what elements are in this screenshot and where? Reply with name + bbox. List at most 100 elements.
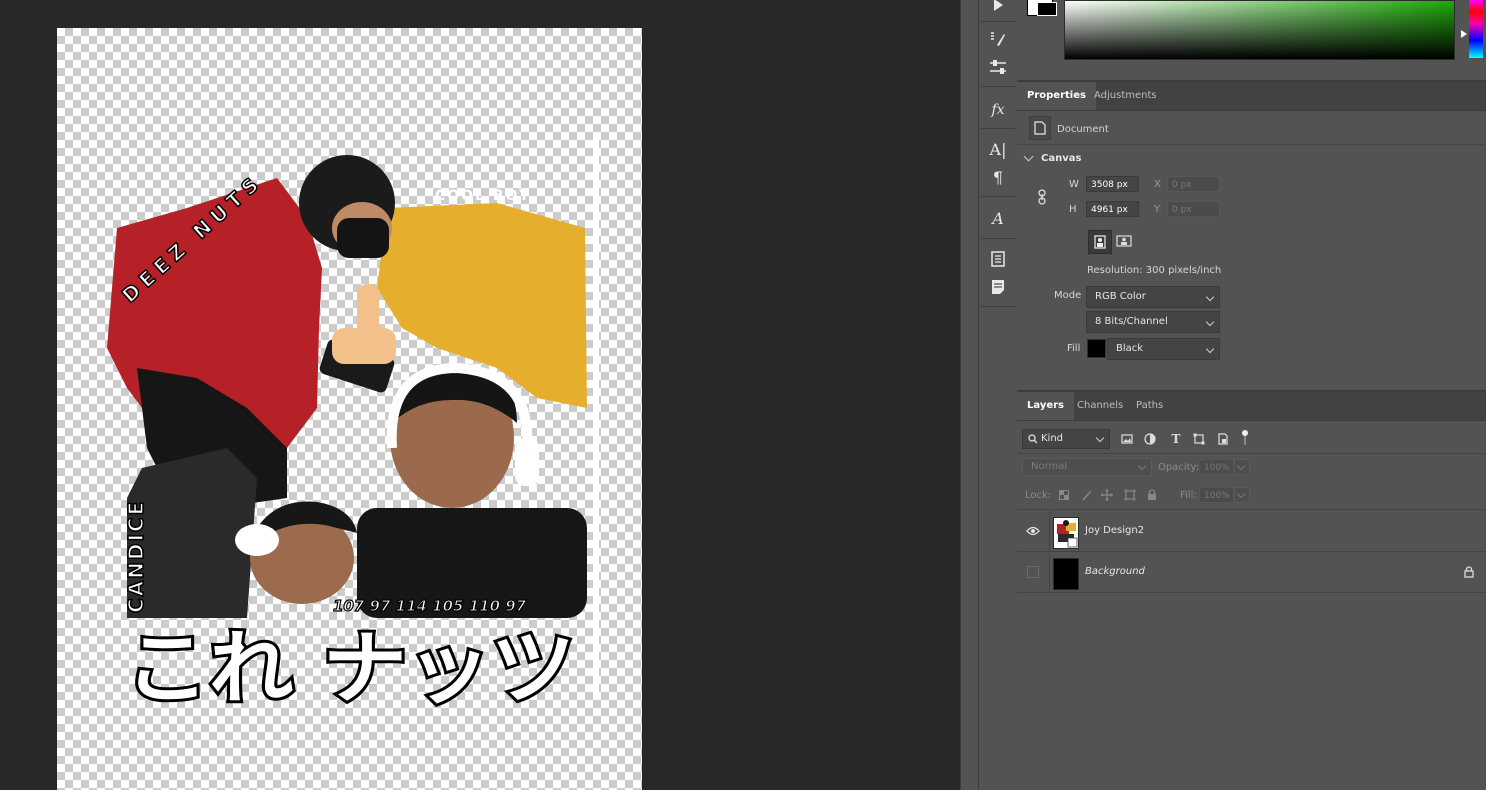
chevron-down-icon: [1236, 489, 1246, 499]
x-field[interactable]: 0 px: [1167, 176, 1220, 192]
filter-toggle-track: [1244, 436, 1246, 445]
search-icon: [1028, 434, 1038, 444]
tab-adjustments[interactable]: Adjustments: [1084, 82, 1167, 110]
layer-thumbnail: [1053, 558, 1079, 590]
width-field[interactable]: 3508 px: [1086, 176, 1139, 192]
notes-icon[interactable]: [987, 276, 1009, 298]
caption-numbers: 107 97 114 105 110 97: [333, 597, 527, 615]
divider: [1017, 509, 1486, 510]
layer-row[interactable]: Joy Design2: [1017, 511, 1486, 552]
filter-smart-object-icon[interactable]: [1212, 428, 1234, 450]
layer-row[interactable]: Background: [1017, 552, 1486, 593]
chevron-down-icon: [1205, 317, 1215, 327]
canvas-header[interactable]: Canvas: [1041, 153, 1081, 164]
document-icon: [1029, 116, 1051, 140]
tab-paths[interactable]: Paths: [1126, 392, 1173, 420]
bit-depth-select[interactable]: 8 Bits/Channel: [1086, 311, 1220, 333]
artwork-composite: DEEZ NUTS COOL BOY CANDICE 107 97 114 10…: [107, 140, 599, 718]
white-border-bar: [593, 140, 599, 700]
paragraph-icon[interactable]: ¶: [987, 166, 1009, 188]
lock-artboard-icon[interactable]: [1119, 484, 1141, 506]
chevron-down-icon: [1205, 344, 1215, 354]
document-canvas[interactable]: DEEZ NUTS COOL BOY CANDICE 107 97 114 10…: [57, 28, 642, 790]
adjust-sliders-icon[interactable]: [987, 56, 1009, 78]
filter-pixel-icon[interactable]: [1116, 428, 1138, 450]
caption-japanese: これ ナッツ: [125, 622, 575, 715]
fill-value: Black: [1116, 343, 1144, 354]
blend-mode-value: Normal: [1031, 461, 1068, 472]
opacity-dropdown[interactable]: [1234, 459, 1250, 475]
panel-dock-gap: [960, 0, 979, 790]
portrait-orientation-icon[interactable]: [1088, 230, 1112, 254]
lock-all-icon[interactable]: [1141, 484, 1163, 506]
tool-divider: [981, 306, 1015, 307]
y-field[interactable]: 0 px: [1167, 201, 1220, 217]
color-mode-select[interactable]: RGB Color: [1086, 286, 1220, 308]
divider: [1017, 144, 1486, 145]
tool-divider: [981, 196, 1015, 197]
divider: [1017, 453, 1486, 454]
height-label: H: [1069, 204, 1077, 215]
hue-slider-arrow-icon[interactable]: [1461, 30, 1467, 38]
layer-filter-value: Kind: [1041, 433, 1064, 444]
tool-divider: [981, 238, 1015, 239]
filter-type-icon[interactable]: T: [1165, 428, 1187, 450]
brush-presets-icon[interactable]: [987, 28, 1009, 50]
lock-icon: [1464, 566, 1474, 581]
filter-adjustment-icon[interactable]: [1139, 428, 1161, 450]
opacity-field[interactable]: 100%: [1199, 459, 1234, 475]
tab-layers[interactable]: Layers: [1017, 392, 1074, 420]
fill-opacity-field[interactable]: 100%: [1199, 487, 1234, 503]
chevron-down-icon: [1137, 461, 1147, 471]
lock-image-pixels-icon[interactable]: [1075, 484, 1097, 506]
tab-channels[interactable]: Channels: [1067, 392, 1133, 420]
chevron-down-icon: [1095, 433, 1105, 443]
layer-thumbnail: [1053, 517, 1079, 549]
play-icon[interactable]: [987, 0, 1009, 16]
fx-styles-icon[interactable]: fx: [987, 99, 1009, 121]
chevron-down-icon: [1236, 461, 1246, 471]
tool-divider: [981, 128, 1015, 129]
layer-name[interactable]: Joy Design2: [1085, 525, 1144, 536]
fill-select[interactable]: Black: [1107, 338, 1220, 360]
color-picker-field[interactable]: [1064, 0, 1455, 60]
background-color-swatch[interactable]: [1037, 2, 1057, 16]
lock-transparent-pixels-icon[interactable]: [1053, 484, 1075, 506]
visibility-off-box: [1027, 566, 1039, 578]
character-icon[interactable]: A|: [987, 138, 1009, 160]
lock-label: Lock:: [1025, 490, 1052, 501]
landscape-orientation-icon[interactable]: [1113, 230, 1135, 252]
layers-panel: Layers Channels Paths Kind T Normal Opac…: [1017, 392, 1486, 790]
headphones-left: [235, 524, 279, 556]
bit-depth-value: 8 Bits/Channel: [1095, 316, 1168, 327]
filter-shape-icon[interactable]: [1188, 428, 1210, 450]
fill-color-swatch[interactable]: [1087, 339, 1106, 358]
properties-section-title: Document: [1057, 124, 1109, 135]
eye-icon: [1026, 526, 1040, 536]
right-panel-dock: Properties Adjustments Document Canvas W…: [1017, 0, 1486, 790]
canvas-workspace[interactable]: DEEZ NUTS COOL BOY CANDICE 107 97 114 10…: [0, 0, 960, 790]
panel-icon-strip: fx A| ¶ A: [978, 0, 1018, 790]
glyphs-icon[interactable]: A: [987, 207, 1009, 229]
layer-visibility-toggle[interactable]: [1017, 511, 1050, 551]
hue-slider[interactable]: [1469, 0, 1483, 58]
opacity-label: Opacity:: [1158, 462, 1200, 473]
caption-cool-boy: COOL BOY: [435, 188, 531, 204]
properties-panel: Properties Adjustments Document Canvas W…: [1017, 82, 1486, 392]
layer-visibility-toggle[interactable]: [1017, 552, 1050, 592]
chevron-down-icon: [1205, 292, 1215, 302]
link-dimensions-icon[interactable]: [1031, 186, 1053, 208]
libraries-icon[interactable]: [987, 248, 1009, 270]
layer-name[interactable]: Background: [1085, 566, 1145, 577]
fill-opacity-label: Fill:: [1180, 490, 1197, 501]
fill-opacity-dropdown[interactable]: [1234, 487, 1250, 503]
width-label: W: [1069, 179, 1079, 190]
properties-tabbar: Properties Adjustments: [1017, 82, 1486, 111]
height-field[interactable]: 4961 px: [1086, 201, 1139, 217]
fill-label: Fill: [1067, 343, 1081, 354]
layer-filter-select[interactable]: Kind: [1022, 429, 1110, 449]
blend-mode-select[interactable]: Normal: [1022, 458, 1152, 476]
lock-position-icon[interactable]: [1096, 484, 1118, 506]
x-label: X: [1154, 179, 1161, 190]
canvas-collapse-chevron-icon[interactable]: [1023, 151, 1034, 162]
